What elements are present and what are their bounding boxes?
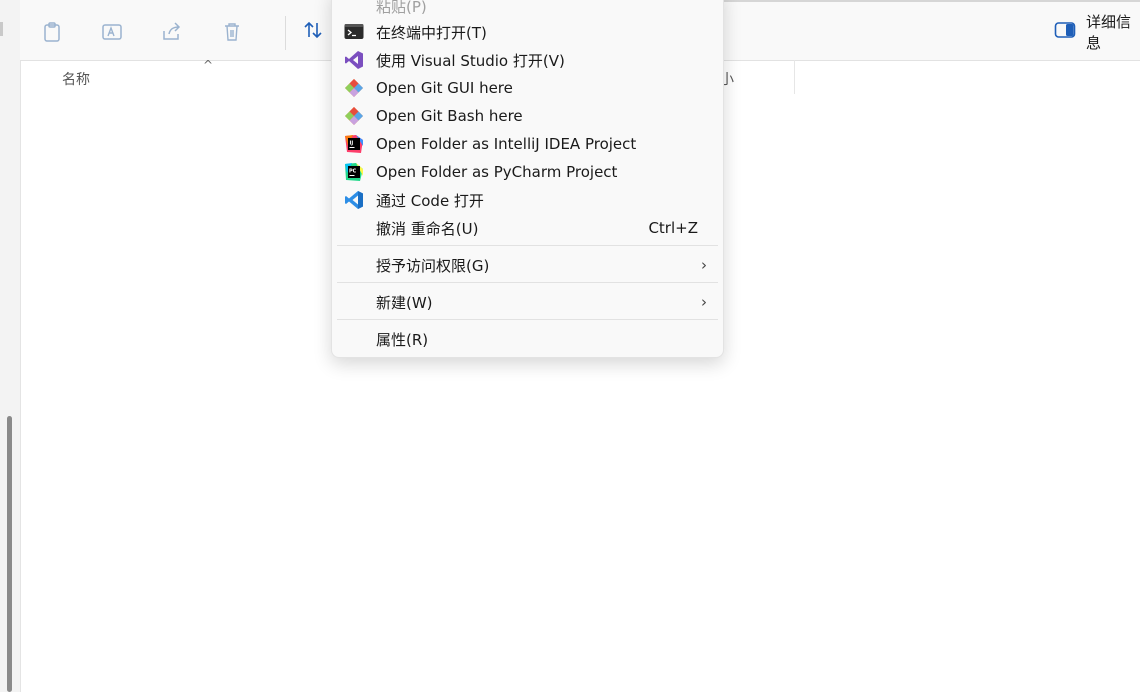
menu-separator [337,319,718,320]
git-icon [344,106,364,126]
menu-item-label: Open Folder as IntelliJ IDEA Project [376,135,637,153]
menu-item-label: Open Folder as PyCharm Project [376,163,618,181]
nav-pane-scrollbar[interactable] [7,416,12,692]
toolbar-separator [285,16,286,50]
menu-item-label: 使用 Visual Studio 打开(V) [376,51,565,70]
rename-icon[interactable] [98,18,126,46]
menu-item-properties[interactable]: 属性(R) [332,325,723,353]
menu-item-label: 撤消 重命名(U) [376,219,479,238]
details-pane-label: 详细信息 [1086,13,1132,52]
menu-item-label: Open Git GUI here [376,79,513,97]
chevron-right-icon: › [701,293,707,311]
menu-item-open-pycharm[interactable]: PC Open Folder as PyCharm Project [332,158,723,186]
menu-item-open-visual-studio[interactable]: 使用 Visual Studio 打开(V) [332,46,723,74]
vscode-icon [344,190,364,210]
terminal-icon [344,22,364,42]
details-pane-icon [1054,21,1076,43]
menu-item-label: 新建(W) [376,293,433,312]
menu-item-label: 粘贴(P) [376,0,427,16]
menu-item-label: Open Git Bash here [376,107,523,125]
column-divider[interactable] [794,60,795,94]
nav-pane-edge [0,22,3,36]
menu-item-open-in-terminal[interactable]: 在终端中打开(T) [332,18,723,46]
paste-toolbar-icon[interactable] [38,18,66,46]
menu-item-label: 在终端中打开(T) [376,23,487,42]
svg-text:IJ: IJ [350,141,354,147]
svg-text:PC: PC [349,169,357,175]
menu-item-label: 属性(R) [376,330,429,349]
details-pane-button[interactable]: 详细信息 [1054,13,1140,52]
delete-icon[interactable] [218,18,246,46]
window-top-border [722,0,1140,2]
visual-studio-icon [344,50,364,70]
chevron-right-icon: › [701,256,707,274]
menu-item-open-with-code[interactable]: 通过 Code 打开 [332,186,723,214]
navigation-pane-strip [0,0,21,692]
menu-item-grant-access[interactable]: 授予访问权限(G) › [332,251,723,279]
menu-item-open-git-gui[interactable]: Open Git GUI here [332,74,723,102]
column-name-header[interactable]: 名称 [62,69,90,89]
context-menu: 粘贴(P) 在终端中打开(T) 使用 Visual Studio 打开(V) O… [331,0,724,358]
menu-item-new[interactable]: 新建(W) › [332,288,723,316]
sort-ascending-caret-icon: ^ [203,58,214,72]
menu-item-paste: 粘贴(P) [332,0,723,20]
menu-item-undo-rename[interactable]: 撤消 重命名(U) Ctrl+Z [332,214,723,242]
sort-icon [302,19,324,45]
git-icon [344,78,364,98]
share-icon[interactable] [158,18,186,46]
menu-item-label: 通过 Code 打开 [376,191,484,210]
menu-separator [337,282,718,283]
menu-item-open-intellij[interactable]: IJ Open Folder as IntelliJ IDEA Project [332,130,723,158]
menu-item-shortcut: Ctrl+Z [648,219,698,237]
pycharm-icon: PC [344,162,364,182]
intellij-icon: IJ [344,134,364,154]
menu-item-label: 授予访问权限(G) [376,256,490,275]
menu-separator [337,245,718,246]
menu-item-open-git-bash[interactable]: Open Git Bash here [332,102,723,130]
